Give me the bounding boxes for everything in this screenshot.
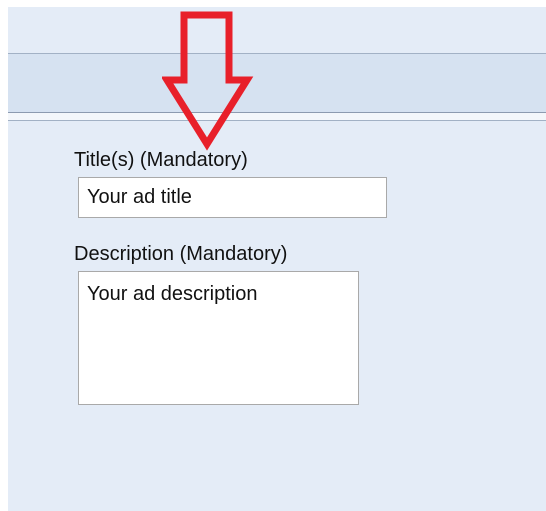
header-separator	[8, 113, 546, 121]
ad-form: Title(s) (Mandatory) Description (Mandat…	[8, 121, 546, 511]
form-panel: Title(s) (Mandatory) Description (Mandat…	[8, 7, 546, 511]
description-label: Description (Mandatory)	[74, 243, 288, 265]
top-band	[8, 7, 546, 53]
description-textarea[interactable]: Your ad description	[78, 271, 359, 405]
header-strip	[8, 53, 546, 113]
title-input[interactable]	[78, 177, 387, 218]
screenshot: Title(s) (Mandatory) Description (Mandat…	[0, 0, 546, 511]
down-arrow-icon	[162, 11, 254, 151]
